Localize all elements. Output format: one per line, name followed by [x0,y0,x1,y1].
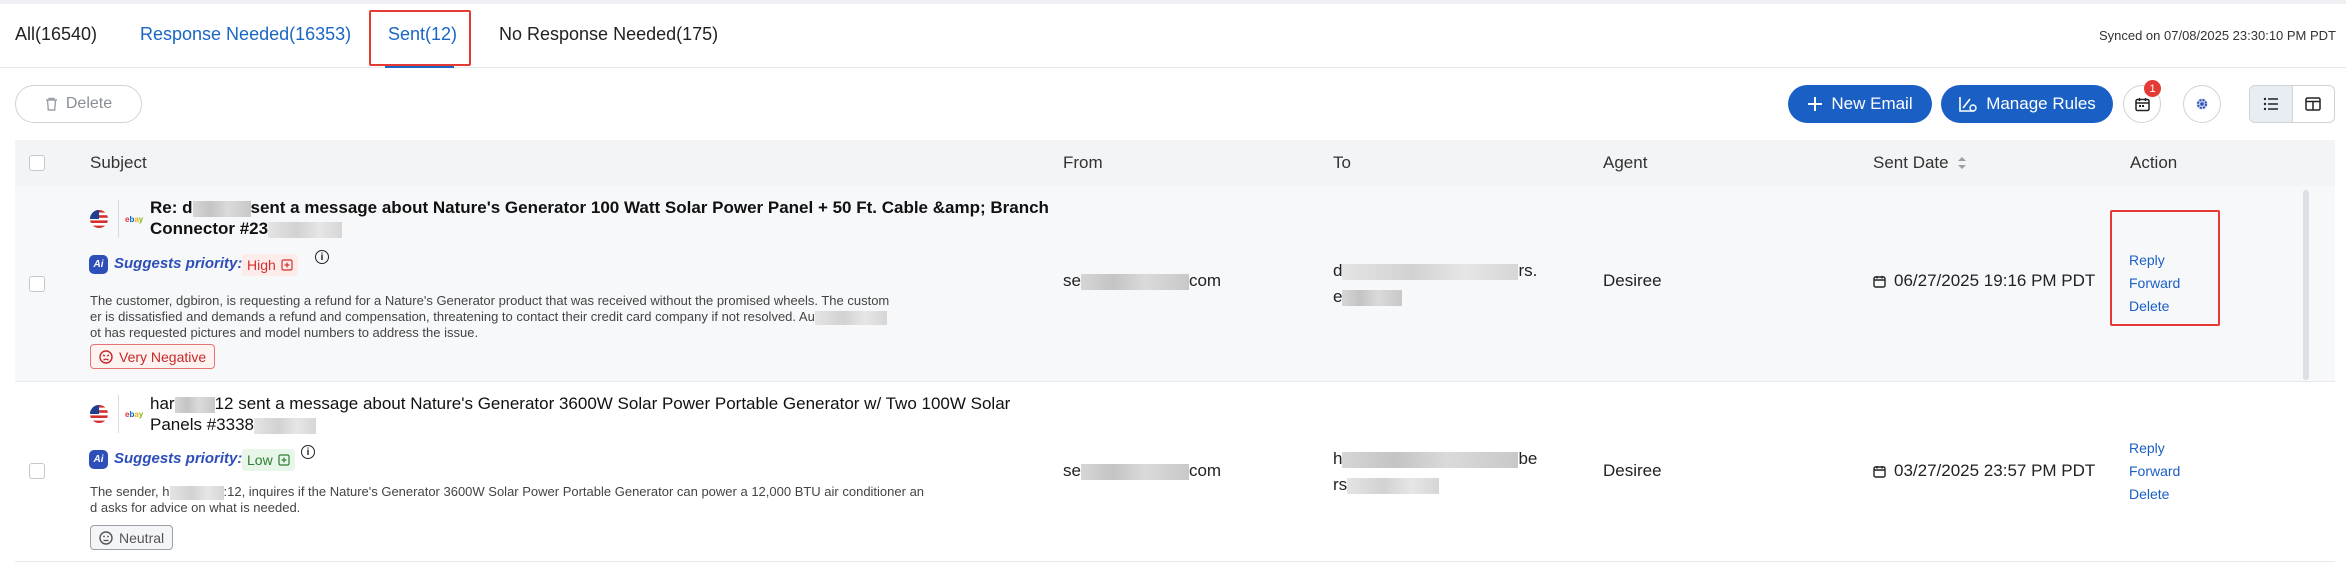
new-email-button[interactable]: New Email [1788,85,1932,123]
list-view-icon [2263,97,2278,111]
tab-all[interactable]: All(16540) [15,24,97,45]
sent-date-value: 03/27/2025 23:57 PM PDT [1894,461,2096,480]
split-view-button[interactable] [2293,86,2335,122]
sentiment-label: Very Negative [119,348,207,365]
view-toggle [2249,85,2335,123]
clock-icon [1873,465,1886,478]
sent-date-value: 06/27/2025 19:16 PM PDT [1894,271,2096,290]
priority-badge[interactable]: High [242,254,298,276]
delete-button[interactable]: Delete [15,85,142,123]
gear-icon [2196,98,2208,110]
redacted-text [1342,451,1519,468]
redacted-text [814,310,887,325]
split-view-icon [2305,97,2321,111]
to-email: h be rs [1333,449,1538,494]
select-all-checkbox[interactable] [29,155,45,171]
table-row[interactable]: ebay har 12 sent a message about Nature's… [15,383,2335,562]
redacted-text [253,417,316,434]
redacted-text [1342,289,1403,306]
priority-value: High [247,257,276,273]
info-icon[interactable]: i [315,250,329,264]
plus-icon [1808,97,1823,111]
clock-icon [1873,275,1886,288]
divider [118,395,119,433]
agent-name: Desiree [1603,271,1662,290]
new-email-label: New Email [1831,94,1913,113]
manage-rules-button[interactable]: Manage Rules [1941,85,2113,123]
ai-icon: Ai [89,255,108,274]
reply-link[interactable]: Reply [2129,249,2165,272]
active-tab-indicator [385,66,454,68]
sentiment-tag: Very Negative [90,344,216,369]
agent-name: Desiree [1603,461,1662,480]
priority-badge[interactable]: Low [242,449,295,471]
row-checkbox[interactable] [29,463,45,479]
manage-rules-label: Manage Rules [1986,94,2096,113]
delete-link[interactable]: Delete [2129,295,2169,318]
forward-link[interactable]: Forward [2129,272,2180,295]
email-summary: The customer, dgbiron, is requesting a r… [90,293,890,340]
sentiment-tag: Neutral [90,525,174,550]
tab-no-response-needed[interactable]: No Response Needed(175) [499,24,718,45]
from-email: se com [1063,461,1222,480]
column-to: To [1333,153,1351,172]
settings-button[interactable] [2183,85,2221,123]
ebay-logo: ebay [125,410,144,419]
tab-sent[interactable]: Sent(12) [388,24,457,45]
email-subject[interactable]: har 12 sent a message about Nature's Gene… [150,393,1055,435]
edit-priority-icon[interactable] [278,454,290,466]
reply-link[interactable]: Reply [2129,437,2165,460]
table-row[interactable]: ebay Re: d sent a message about Nature's … [15,186,2335,382]
row-checkbox[interactable] [29,276,45,292]
notification-badge: 1 [2144,80,2161,97]
redacted-text [174,396,215,413]
sentiment-label: Neutral [119,529,165,546]
redacted-text [268,221,343,238]
delete-button-label: Delete [65,95,113,112]
divider [118,200,119,238]
list-view-button[interactable] [2250,86,2293,122]
tab-response-needed[interactable]: Response Needed(16353) [140,24,351,45]
column-agent: Agent [1603,153,1648,172]
forward-link[interactable]: Forward [2129,460,2180,483]
column-action: Action [2130,153,2178,172]
scrollbar[interactable] [2303,190,2309,380]
column-from: From [1063,153,1103,172]
column-sent-date-label: Sent Date [1873,153,1949,172]
sent-date: 03/27/2025 23:57 PM PDT [1873,461,2095,481]
sync-status: Synced on 07/08/2025 23:30:10 PM PDT [2098,28,2336,43]
trash-icon [45,97,57,111]
suggests-priority-label: Suggests priority: [114,450,243,467]
rules-icon [1959,97,1977,112]
sort-icon[interactable] [1957,156,1967,170]
sent-date: 06/27/2025 19:16 PM PDT [1873,271,2095,291]
column-subject: Subject [90,153,147,172]
us-flag-icon [90,210,108,228]
edit-priority-icon[interactable] [281,259,293,271]
redacted-text [1347,477,1440,494]
table-header: Subject From To Agent Sent Date Action [15,140,2335,186]
email-summary: The sender, h:12, inquires if the Nature… [90,484,925,515]
suggests-priority-label: Suggests priority: [114,255,243,272]
redacted-text [1080,273,1189,290]
redacted-text [169,485,224,500]
tab-bar: All(16540) Response Needed(16353) Sent(1… [0,4,2346,68]
column-sent-date[interactable]: Sent Date [1873,153,1967,173]
email-subject[interactable]: Re: d sent a message about Nature's Gener… [150,197,1055,239]
to-email: d rs. e [1333,261,1538,306]
redacted-text [192,200,251,217]
priority-value: Low [247,452,273,468]
angry-face-icon [99,349,113,364]
ai-icon: Ai [89,450,108,469]
us-flag-icon [90,405,108,423]
from-email: se com [1063,271,1222,290]
redacted-text [1080,463,1189,480]
neutral-face-icon [99,530,113,545]
delete-link[interactable]: Delete [2129,483,2169,506]
calendar-icon [2134,97,2150,111]
info-icon[interactable]: i [301,445,315,459]
ebay-logo: ebay [125,215,144,224]
redacted-text [1342,263,1519,280]
